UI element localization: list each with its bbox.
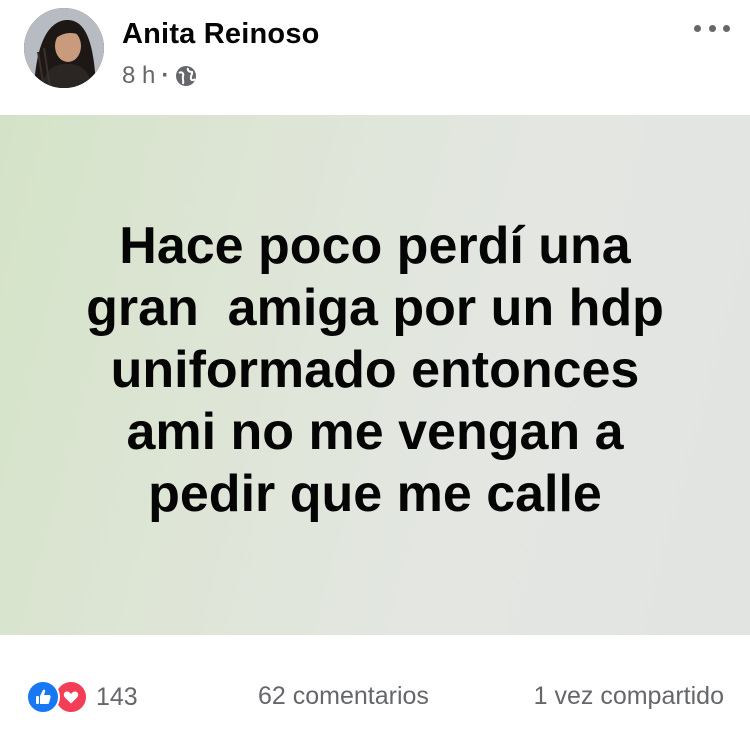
post-meta: 8 h · <box>122 62 197 90</box>
avatar-image <box>24 8 104 88</box>
dot-icon <box>694 24 701 32</box>
meta-separator: · <box>161 62 170 89</box>
status-text: Hace poco perdí una gran amiga por un hd… <box>86 217 664 523</box>
post-time[interactable]: 8 h <box>122 62 155 90</box>
author-avatar[interactable] <box>24 8 104 88</box>
dot-icon <box>723 24 730 32</box>
like-icon <box>26 680 60 714</box>
reaction-count: 143 <box>96 682 138 711</box>
dot-icon <box>708 24 716 32</box>
facebook-post: Anita Reinoso 8 h · Hace poco perdí una … <box>0 0 750 734</box>
post-footer: 143 62 comentarios 1 vez compartido <box>0 635 750 734</box>
author-name[interactable]: Anita Reinoso <box>122 18 320 51</box>
shares-count[interactable]: 1 vez compartido <box>534 682 724 711</box>
post-header: Anita Reinoso 8 h · <box>0 0 750 115</box>
status-background[interactable]: Hace poco perdí una gran amiga por un hd… <box>0 115 750 635</box>
reactions-summary[interactable]: 143 <box>26 680 138 714</box>
globe-icon[interactable] <box>175 65 197 87</box>
comments-count[interactable]: 62 comentarios <box>258 682 429 711</box>
more-options-icon[interactable] <box>694 20 730 36</box>
